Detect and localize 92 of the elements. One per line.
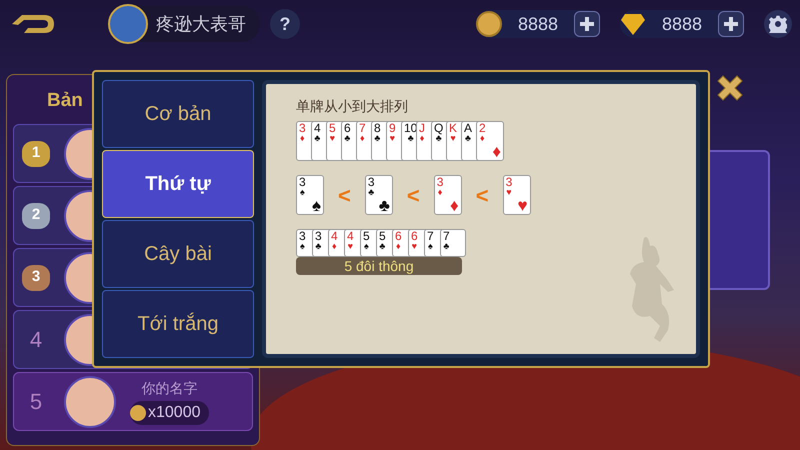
card-rank: 5 xyxy=(329,122,336,134)
card-suit: ♥ xyxy=(330,134,336,143)
card-suit: ♣ xyxy=(443,242,450,251)
card-rank: 3 xyxy=(506,176,512,188)
card-suit: ♦ xyxy=(332,242,337,251)
plus-icon xyxy=(723,16,739,32)
card-rank: Q xyxy=(434,122,444,134)
card-rank: 6 xyxy=(344,122,351,134)
card-suit: ♠ xyxy=(300,242,305,251)
card-suit: ♦ xyxy=(438,188,442,197)
card-suit: ♦ xyxy=(360,134,365,143)
rank-number: 3 xyxy=(32,267,40,288)
card-suit: ♠ xyxy=(428,242,433,251)
settings-icon xyxy=(769,15,787,33)
card-suit: ♣ xyxy=(379,242,386,251)
card-suit: ♦ xyxy=(480,134,485,143)
settings-button[interactable] xyxy=(764,10,792,38)
card-suit-large: ♦ xyxy=(450,197,459,214)
help-button[interactable]: ? xyxy=(270,9,300,39)
card-rank: 4 xyxy=(314,122,321,134)
card-suit: ♦ xyxy=(396,242,401,251)
card-rank: K xyxy=(449,122,458,134)
card-rank: 7 xyxy=(443,230,450,242)
card-rank: 8 xyxy=(374,122,381,134)
less-than-sign: < xyxy=(338,182,351,210)
card-suit: ♥ xyxy=(506,188,512,197)
diamond-icon xyxy=(620,12,646,36)
card-suit: ♥ xyxy=(450,134,456,143)
card-rank: 4 xyxy=(347,230,354,242)
card-suit: ♣ xyxy=(408,134,414,143)
card-suit: ♥ xyxy=(412,242,418,251)
card-suit-large: ♦ xyxy=(492,143,501,160)
card-rank: 5 xyxy=(379,230,386,242)
back-arrow-icon xyxy=(10,12,56,36)
leaderboard-title: Bản xyxy=(47,88,83,113)
card-suit-large: ♥ xyxy=(517,197,528,214)
rank-number: 2 xyxy=(32,205,40,226)
add-button[interactable] xyxy=(574,11,600,37)
avatar xyxy=(108,4,148,44)
card-rank: 6 xyxy=(411,230,418,242)
card-rank: 3 xyxy=(299,122,306,134)
card-suit: ♣ xyxy=(368,188,374,197)
card-rank: 4 xyxy=(331,230,338,242)
coin-amount: x10000 xyxy=(148,403,200,423)
card-suit: ♣ xyxy=(315,242,322,251)
gem-amount: 8888 xyxy=(660,12,704,36)
less-than-sign: < xyxy=(476,182,489,210)
rules-tab[interactable]: Thứ tự xyxy=(102,150,254,218)
coin-icon xyxy=(476,11,502,37)
card-rank: J xyxy=(419,122,425,134)
card-suit: ♠ xyxy=(300,188,305,197)
rules-tab[interactable]: Tới trắng xyxy=(102,290,254,358)
card-rank: 3 xyxy=(299,176,306,188)
player-name: 你的名字 xyxy=(141,379,198,398)
plus-icon xyxy=(579,16,595,32)
card-rank: 3 xyxy=(436,176,444,188)
coin-icon xyxy=(130,405,146,421)
card-suit: ♣ xyxy=(436,134,442,143)
card-suit-large: ♠ xyxy=(312,197,321,214)
pairs-label: 5 đôi thông xyxy=(296,257,462,275)
rules-tab[interactable]: Cơ bản xyxy=(102,80,254,148)
rules-tab[interactable]: Cây bài xyxy=(102,220,254,288)
card-rank: 7 xyxy=(359,122,366,134)
rank-number: 5 xyxy=(28,388,44,416)
card-rank: 3 xyxy=(368,176,375,188)
rules-heading: 单牌从小到大排列 xyxy=(296,97,409,116)
add-button[interactable] xyxy=(718,11,744,37)
card-rank: 9 xyxy=(389,122,396,134)
card-suit: ♣ xyxy=(374,134,380,143)
card-suit: ♦ xyxy=(420,134,424,143)
card-rank: 3 xyxy=(315,230,322,242)
close-icon xyxy=(715,73,745,103)
avatar xyxy=(64,376,116,428)
card-rank: 7 xyxy=(427,230,434,242)
card-suit: ♥ xyxy=(348,242,354,251)
card-suit: ♠ xyxy=(364,242,369,251)
card-rank: 5 xyxy=(363,230,370,242)
card-suit: ♥ xyxy=(390,134,396,143)
card-rank: 6 xyxy=(395,230,402,242)
card-rank: 3 xyxy=(299,230,306,242)
coin-amount: 8888 xyxy=(516,12,560,36)
card-suit: ♣ xyxy=(344,134,350,143)
rank-number: 1 xyxy=(32,143,40,164)
card-rank: 2 xyxy=(479,122,486,134)
card-suit-large: ♣ xyxy=(378,197,390,214)
rank-number: 4 xyxy=(28,326,44,354)
card-suit: ♣ xyxy=(465,134,471,143)
less-than-sign: < xyxy=(406,182,420,210)
card-suit: ♦ xyxy=(300,134,305,143)
card-suit: ♣ xyxy=(314,134,320,143)
card-rank: A xyxy=(464,122,472,134)
player-name: 疼逊大表哥 xyxy=(156,12,246,36)
